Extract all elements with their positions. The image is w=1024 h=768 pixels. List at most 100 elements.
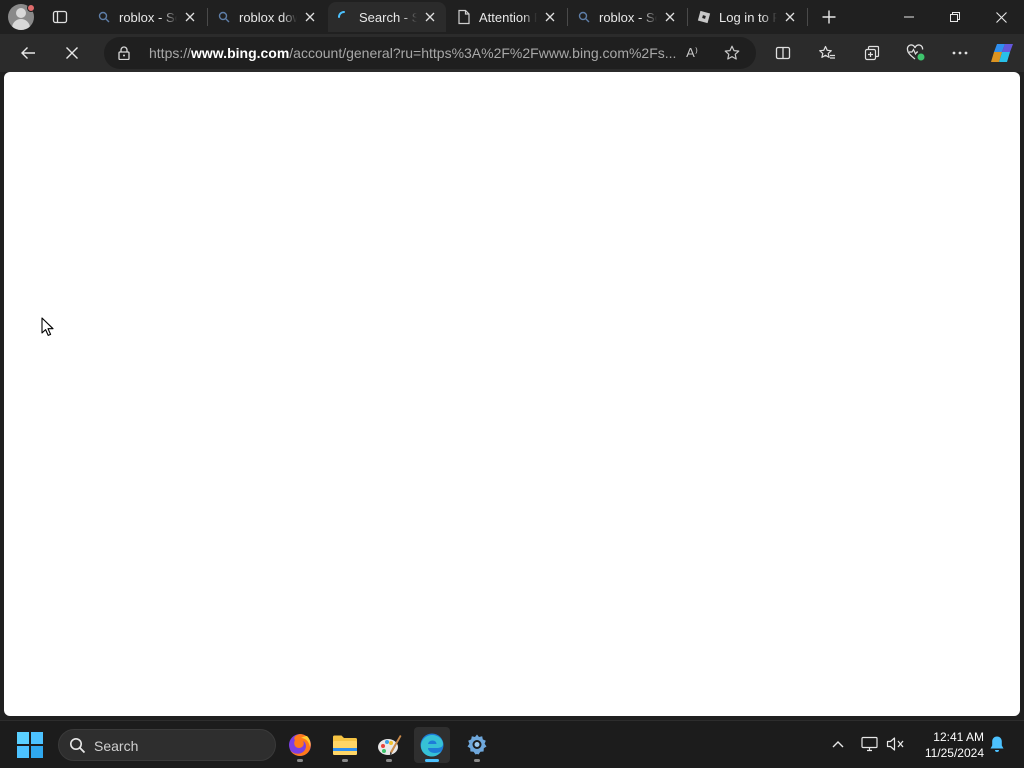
search-placeholder: Search: [94, 738, 139, 754]
browser-essentials-button[interactable]: [901, 38, 931, 68]
close-tab-button[interactable]: [542, 9, 558, 25]
speaker-muted-icon: [886, 737, 904, 751]
close-tab-button[interactable]: [662, 9, 678, 25]
heart-pulse-icon: [906, 44, 925, 61]
bell-icon: [990, 736, 1004, 752]
close-icon: [425, 12, 435, 22]
tab-title: Log in to Roblox: [719, 9, 777, 25]
read-aloud-icon: A⁾: [686, 45, 698, 60]
tab-title: roblox - Search: [119, 9, 177, 25]
tab-actions-button[interactable]: [48, 6, 72, 28]
split-screen-button[interactable]: [768, 38, 798, 68]
arrow-left-icon: [21, 47, 35, 59]
roblox-icon: [696, 9, 712, 25]
file-explorer-icon: [333, 735, 357, 755]
settings-more-button[interactable]: [945, 38, 975, 68]
read-aloud-button[interactable]: A⁾: [682, 43, 702, 63]
taskbar-search-box[interactable]: Search: [58, 729, 276, 761]
taskbar-app-settings[interactable]: [459, 727, 495, 763]
clock-time: 12:41 AM: [933, 730, 984, 744]
tab-roblox-search-2[interactable]: roblox - Search: [568, 2, 686, 32]
tab-roblox-download[interactable]: roblox download: [208, 2, 326, 32]
close-icon: [545, 12, 555, 22]
address-bar[interactable]: https://www.bing.com/account/general?ru=…: [104, 37, 756, 69]
windows-logo-icon: [17, 732, 29, 744]
tab-actions-icon: [52, 10, 68, 24]
edge-icon: [420, 733, 444, 757]
browser-toolbar: https://www.bing.com/account/general?ru=…: [0, 34, 1024, 72]
show-hidden-icons-button[interactable]: [827, 733, 849, 755]
url-path: /account/general?ru=https%3A%2F%2Fwww.bi…: [289, 45, 677, 61]
taskbar-app-paint[interactable]: [371, 727, 407, 763]
url-domain: www.bing.com: [191, 45, 290, 61]
close-icon: [305, 12, 315, 22]
tab-roblox-search-1[interactable]: roblox - Search: [88, 2, 206, 32]
windows-taskbar: Search 12:41 AM 11/25/2024: [0, 720, 1024, 768]
close-icon: [665, 12, 675, 22]
collections-button[interactable]: [857, 38, 887, 68]
more-horizontal-icon: [952, 51, 968, 55]
favorites-star-list-icon: [819, 45, 835, 59]
volume-button[interactable]: [885, 733, 907, 755]
close-icon: [785, 12, 795, 22]
url-text[interactable]: https://www.bing.com/account/general?ru=…: [149, 45, 676, 61]
lock-icon[interactable]: [116, 45, 132, 61]
clock-date: 11/25/2024: [924, 746, 984, 760]
plus-icon: [822, 10, 836, 24]
favorites-button[interactable]: [812, 38, 842, 68]
taskbar-app-edge[interactable]: [414, 727, 450, 763]
minimize-icon: [904, 16, 914, 18]
tab-title: roblox - Search: [599, 9, 657, 25]
taskbar-app-file-explorer[interactable]: [327, 727, 363, 763]
split-screen-icon: [775, 46, 791, 60]
minimize-button[interactable]: [886, 0, 932, 34]
profile-notification-dot: [27, 4, 35, 12]
close-window-button[interactable]: [978, 0, 1024, 34]
search-icon: [216, 9, 232, 25]
system-clock[interactable]: 12:41 AM 11/25/2024: [912, 729, 984, 761]
tab-log-in-to-roblox[interactable]: Log in to Roblox: [688, 2, 806, 32]
notifications-button[interactable]: [986, 733, 1008, 755]
star-icon: [724, 45, 740, 60]
copilot-button[interactable]: [987, 38, 1017, 68]
search-icon: [576, 9, 592, 25]
page-icon: [456, 9, 472, 25]
close-icon: [66, 47, 78, 59]
start-button[interactable]: [17, 732, 43, 758]
close-tab-button[interactable]: [302, 9, 318, 25]
chevron-up-icon: [832, 741, 844, 748]
tab-search-sign-in[interactable]: Search - Sign in: [328, 2, 446, 32]
add-favorite-button[interactable]: [722, 43, 742, 63]
tab-title: Attention Required: [479, 9, 537, 25]
settings-icon: [467, 734, 487, 755]
copilot-icon: [991, 44, 1013, 62]
stop-loading-button[interactable]: [57, 38, 87, 68]
tab-title: Search - Sign in: [359, 9, 417, 25]
network-status-button[interactable]: [859, 733, 881, 755]
loading-spinner-icon: [336, 9, 352, 25]
new-tab-button[interactable]: [816, 4, 842, 30]
profile-button[interactable]: [8, 4, 35, 30]
mouse-pointer-icon: [41, 317, 54, 336]
firefox-icon: [289, 734, 311, 756]
tab-attention-required[interactable]: Attention Required: [448, 2, 566, 32]
close-icon: [995, 11, 1007, 23]
paint-icon: [378, 735, 402, 756]
taskbar-app-firefox[interactable]: [282, 727, 318, 763]
network-monitor-icon: [861, 736, 878, 752]
tab-divider: [807, 8, 808, 26]
restore-button[interactable]: [932, 0, 978, 34]
page-content[interactable]: [4, 72, 1020, 716]
window-controls: [886, 0, 1024, 34]
close-tab-button[interactable]: [422, 9, 438, 25]
close-tab-button[interactable]: [182, 9, 198, 25]
url-prefix: https://: [149, 45, 192, 61]
close-icon: [185, 12, 195, 22]
search-icon: [96, 9, 112, 25]
tab-title: roblox download: [239, 9, 297, 25]
search-icon: [70, 738, 86, 754]
restore-icon: [950, 12, 960, 22]
back-button[interactable]: [13, 38, 43, 68]
collections-icon: [864, 45, 880, 61]
close-tab-button[interactable]: [782, 9, 798, 25]
